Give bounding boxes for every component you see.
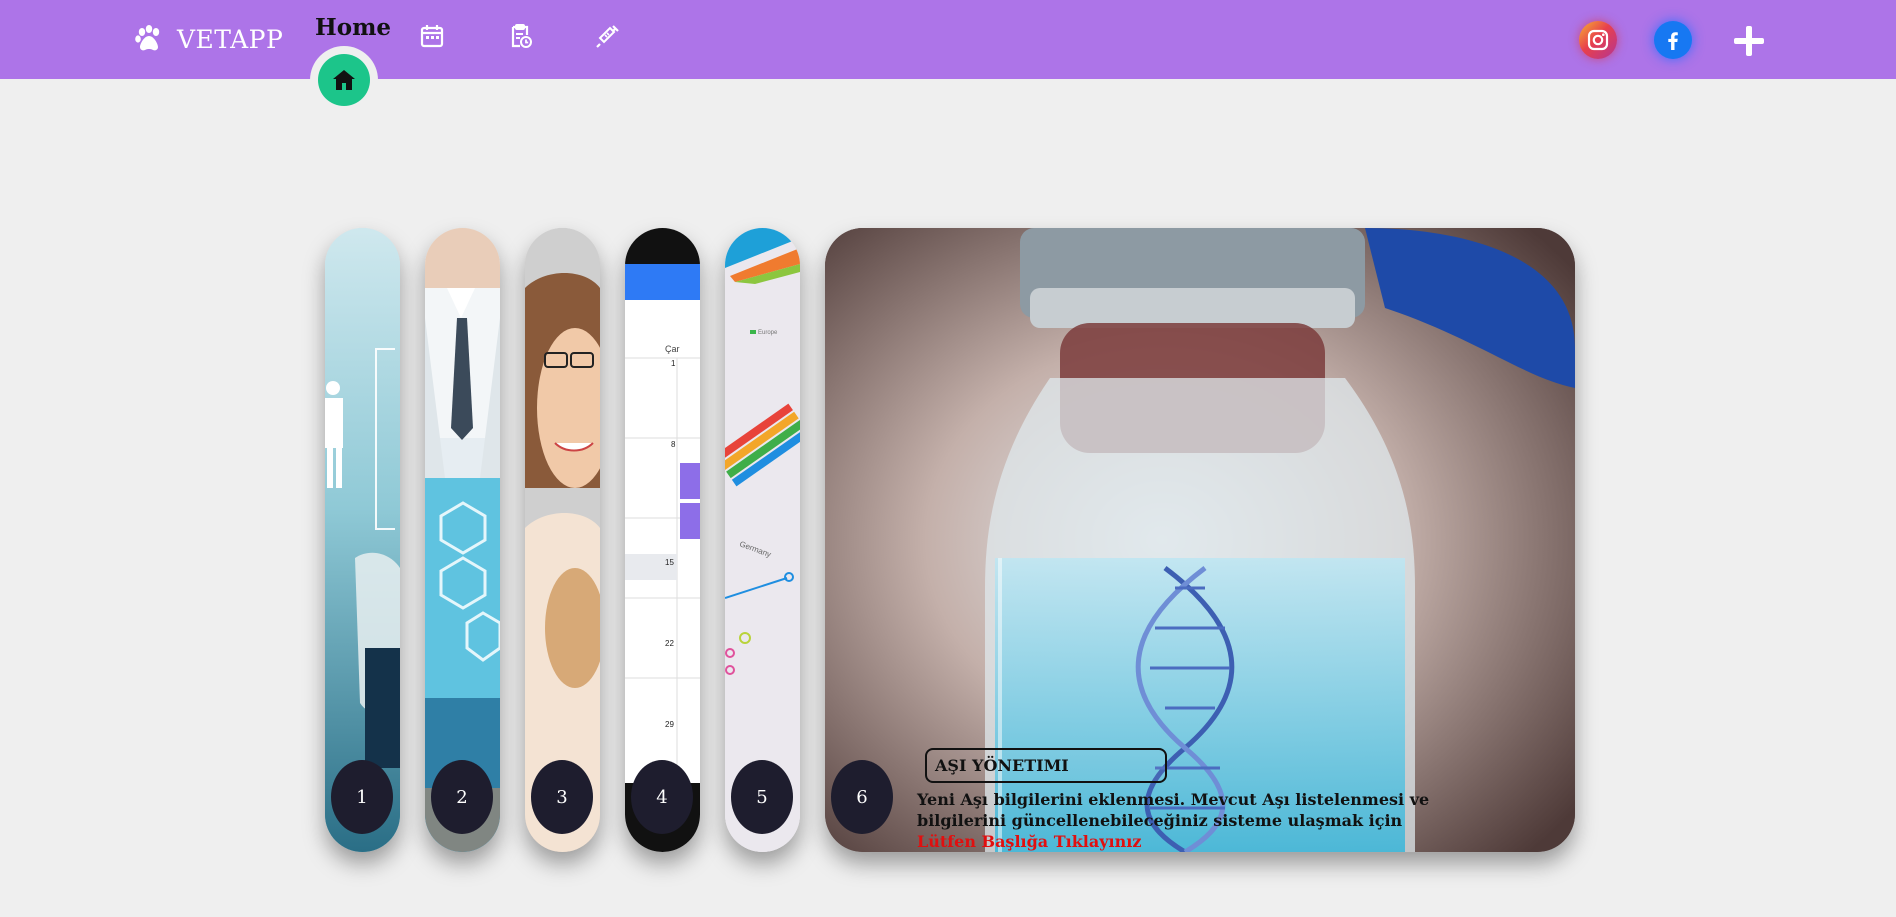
brand-logo[interactable]: VETAPP [133, 22, 283, 56]
card-2[interactable]: 2 [425, 228, 500, 852]
calendar-date: 22 [665, 639, 674, 648]
card-6-cta: Lütfen Başlığa Tıklayınız [917, 832, 1142, 851]
brand-name: VETAPP [177, 24, 284, 54]
plus-icon [1734, 26, 1764, 56]
home-button[interactable] [318, 54, 370, 106]
card-6-info: AŞI YÖNETIMI Yeni Aşı bilgilerini eklenm… [917, 748, 1477, 852]
card-6-description: Yeni Aşı bilgilerini eklenmesi. Mevcut A… [917, 790, 1430, 830]
facebook-button[interactable] [1654, 21, 1692, 59]
card-3-image [525, 228, 600, 852]
instagram-button[interactable] [1579, 21, 1617, 59]
calendar-date: 1 [671, 359, 676, 368]
nav-home-label[interactable]: Home [315, 14, 391, 41]
facebook-icon [1668, 32, 1678, 50]
add-button[interactable] [1729, 21, 1769, 61]
card-2-number[interactable]: 2 [431, 760, 493, 834]
calendar-icon [420, 25, 444, 48]
paw-icon [135, 25, 160, 51]
calendar-date: 29 [665, 720, 674, 729]
card-6-title[interactable]: AŞI YÖNETIMI [925, 748, 1167, 783]
card-3[interactable]: 3 [525, 228, 600, 852]
calendar-weekday: Çar [665, 344, 680, 354]
nav-appointments[interactable] [506, 22, 534, 50]
clipboard-clock-icon [511, 24, 532, 48]
syringe-icon [596, 25, 619, 48]
card-5-number[interactable]: 5 [731, 760, 793, 834]
card-4-image: Çar 1 8 15 22 29 [625, 228, 700, 852]
calendar-date: 15 [665, 558, 674, 567]
card-4[interactable]: Çar 1 8 15 22 29 4 [625, 228, 700, 852]
card-6-vaccine-management[interactable]: 6 AŞI YÖNETIMI Yeni Aşı bilgilerini ekle… [825, 228, 1575, 852]
home-icon [333, 70, 355, 90]
card-1[interactable]: 1 [325, 228, 400, 852]
card-1-number[interactable]: 1 [331, 760, 393, 834]
card-3-number[interactable]: 3 [531, 760, 593, 834]
instagram-icon [1587, 29, 1609, 51]
card-5[interactable]: Europe Germany 5 [725, 228, 800, 852]
calendar-date: 8 [671, 440, 676, 449]
chart-legend: Europe [758, 330, 778, 336]
nav-calendar[interactable] [418, 22, 446, 50]
card-6-number[interactable]: 6 [831, 760, 893, 834]
navbar: VETAPP Home [0, 0, 1896, 79]
nav-vaccines[interactable] [594, 22, 622, 50]
card-4-number[interactable]: 4 [631, 760, 693, 834]
card-5-image: Europe Germany [725, 228, 800, 852]
card-1-image [325, 228, 400, 852]
card-2-image [425, 228, 500, 852]
